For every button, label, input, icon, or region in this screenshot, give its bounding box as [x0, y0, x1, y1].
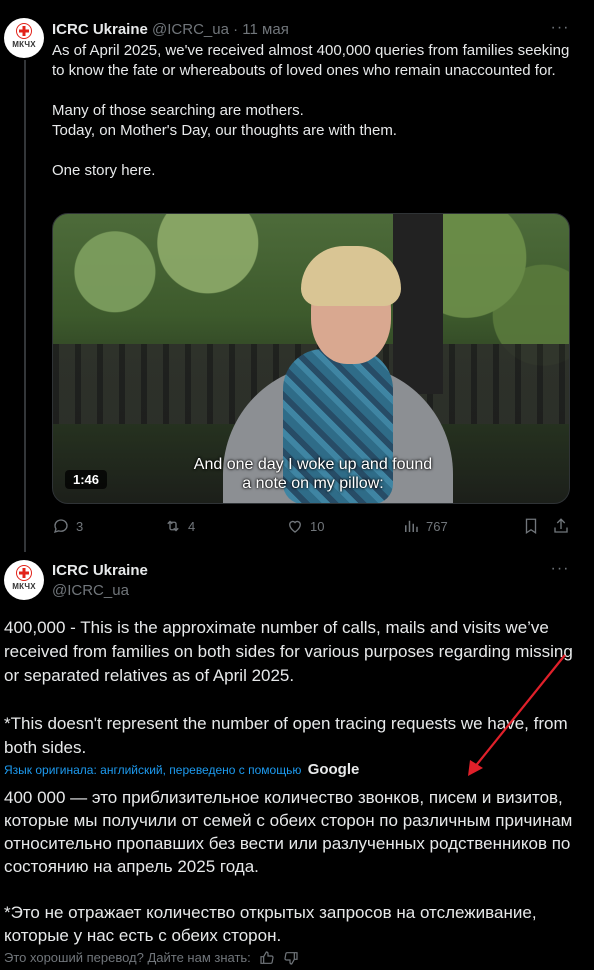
tweet-translated-text: 400 000 — это приблизительное количество… — [4, 786, 584, 947]
thread-connector-line — [24, 60, 26, 552]
reply-icon — [53, 519, 68, 534]
more-icon[interactable]: ··· — [550, 20, 570, 42]
bookmark-icon — [525, 518, 537, 535]
like-count: 10 — [310, 518, 325, 534]
repost-icon — [167, 520, 179, 532]
author-handle[interactable]: @ICRC_ua — [52, 581, 129, 601]
tweet-original-text: 400,000 - This is the approximate number… — [4, 616, 584, 760]
like-icon — [289, 520, 301, 533]
tweet-header: ICRC Ukraine @ICRC_ua · 11 мая — [52, 20, 289, 40]
bookmark-button[interactable] — [522, 517, 540, 535]
tweet-paragraph: As of April 2025, we've received almost … — [52, 42, 570, 79]
tweet-paragraph: *This doesn't represent the number of op… — [4, 714, 568, 757]
tweet-paragraph: Many of those searching are mothers. — [52, 102, 304, 119]
share-button[interactable] — [552, 517, 570, 535]
avatar-text: МКЧХ — [12, 582, 36, 591]
avatar-text: МКЧХ — [12, 40, 36, 49]
views-button[interactable]: 767 — [402, 517, 448, 535]
more-icon[interactable]: ··· — [550, 561, 570, 583]
translation-note-text: Язык оригинала: английский, переведено с… — [4, 763, 302, 777]
reply-count: 3 — [76, 518, 84, 534]
like-button[interactable]: 10 — [286, 517, 324, 535]
tweet-paragraph: 400,000 - This is the approximate number… — [4, 618, 573, 685]
repost-count: 4 — [188, 518, 196, 534]
share-icon — [554, 518, 568, 533]
feedback-prompt: Это хороший перевод? Дайте нам знать: — [4, 950, 251, 965]
subtitle-line: And one day I woke up and found — [193, 456, 433, 473]
tweet-text: As of April 2025, we've received almost … — [52, 41, 572, 181]
subtitle-line: a note on my pillow: — [242, 475, 384, 492]
views-icon — [405, 520, 418, 532]
repost-button[interactable]: 4 — [164, 517, 195, 535]
translation-note[interactable]: Язык оригинала: английский, переведено с… — [4, 761, 359, 779]
tweet-paragraph: Today, on Mother's Day, our thoughts are… — [52, 122, 397, 139]
author-name[interactable]: ICRC Ukraine — [52, 21, 148, 38]
tweet-paragraph: One story here. — [52, 162, 156, 179]
avatar[interactable]: МКЧХ — [4, 18, 44, 58]
translation-feedback: Это хороший перевод? Дайте нам знать: — [4, 948, 299, 968]
thumbs-up-icon[interactable] — [259, 950, 275, 966]
tweet-paragraph: 400 000 — это приблизительное количество… — [4, 788, 573, 876]
video-pillar — [393, 214, 443, 394]
thumbs-down-icon[interactable] — [283, 950, 299, 966]
separator-dot: · — [233, 21, 239, 38]
red-cross-icon — [16, 23, 32, 39]
reply-button[interactable]: 3 — [52, 517, 83, 535]
video-player[interactable]: And one day I woke up and found a note o… — [52, 213, 570, 504]
video-duration: 1:46 — [65, 470, 108, 489]
tweet-actions: 3 4 10 767 — [52, 517, 572, 537]
views-count: 767 — [426, 518, 448, 534]
avatar[interactable]: МКЧХ — [4, 560, 44, 600]
video-subtitles: And one day I woke up and found a note o… — [163, 455, 463, 493]
tweet-paragraph: *Это не отражает количество открытых зап… — [4, 903, 537, 945]
author-handle[interactable]: @ICRC_ua — [152, 21, 229, 38]
author-name[interactable]: ICRC Ukraine — [52, 561, 148, 581]
google-logo: Google — [307, 761, 360, 778]
tweet-date[interactable]: 11 мая — [242, 21, 289, 38]
red-cross-icon — [16, 565, 32, 581]
